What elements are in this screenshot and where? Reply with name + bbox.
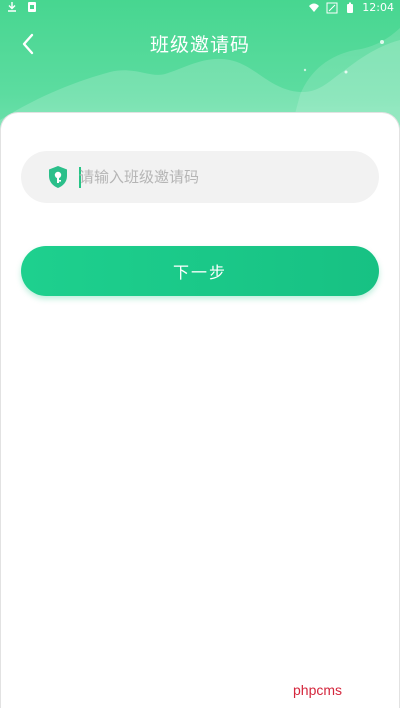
sim-icon [28, 2, 36, 12]
status-time: 12:04 [362, 1, 394, 14]
signal-icon [326, 2, 338, 14]
wifi-icon [309, 3, 320, 12]
nav-bar: 班级邀请码 [0, 22, 400, 62]
watermark: phpcms [293, 682, 343, 698]
invite-code-input[interactable] [79, 151, 369, 203]
invite-code-screen: 12:04 班级邀请码 下一步 phpcms [0, 0, 400, 708]
battery-icon [347, 2, 354, 13]
next-step-button[interactable]: 下一步 [21, 246, 379, 296]
page-title: 班级邀请码 [149, 34, 250, 56]
invite-code-field[interactable] [21, 151, 379, 203]
status-left-icons [6, 1, 38, 13]
key-shield-icon [49, 166, 67, 188]
status-right-icons: 12:04 [308, 1, 394, 15]
content-card: 下一步 [0, 112, 400, 708]
status-bar: 12:04 [0, 0, 400, 16]
download-icon [8, 2, 16, 12]
